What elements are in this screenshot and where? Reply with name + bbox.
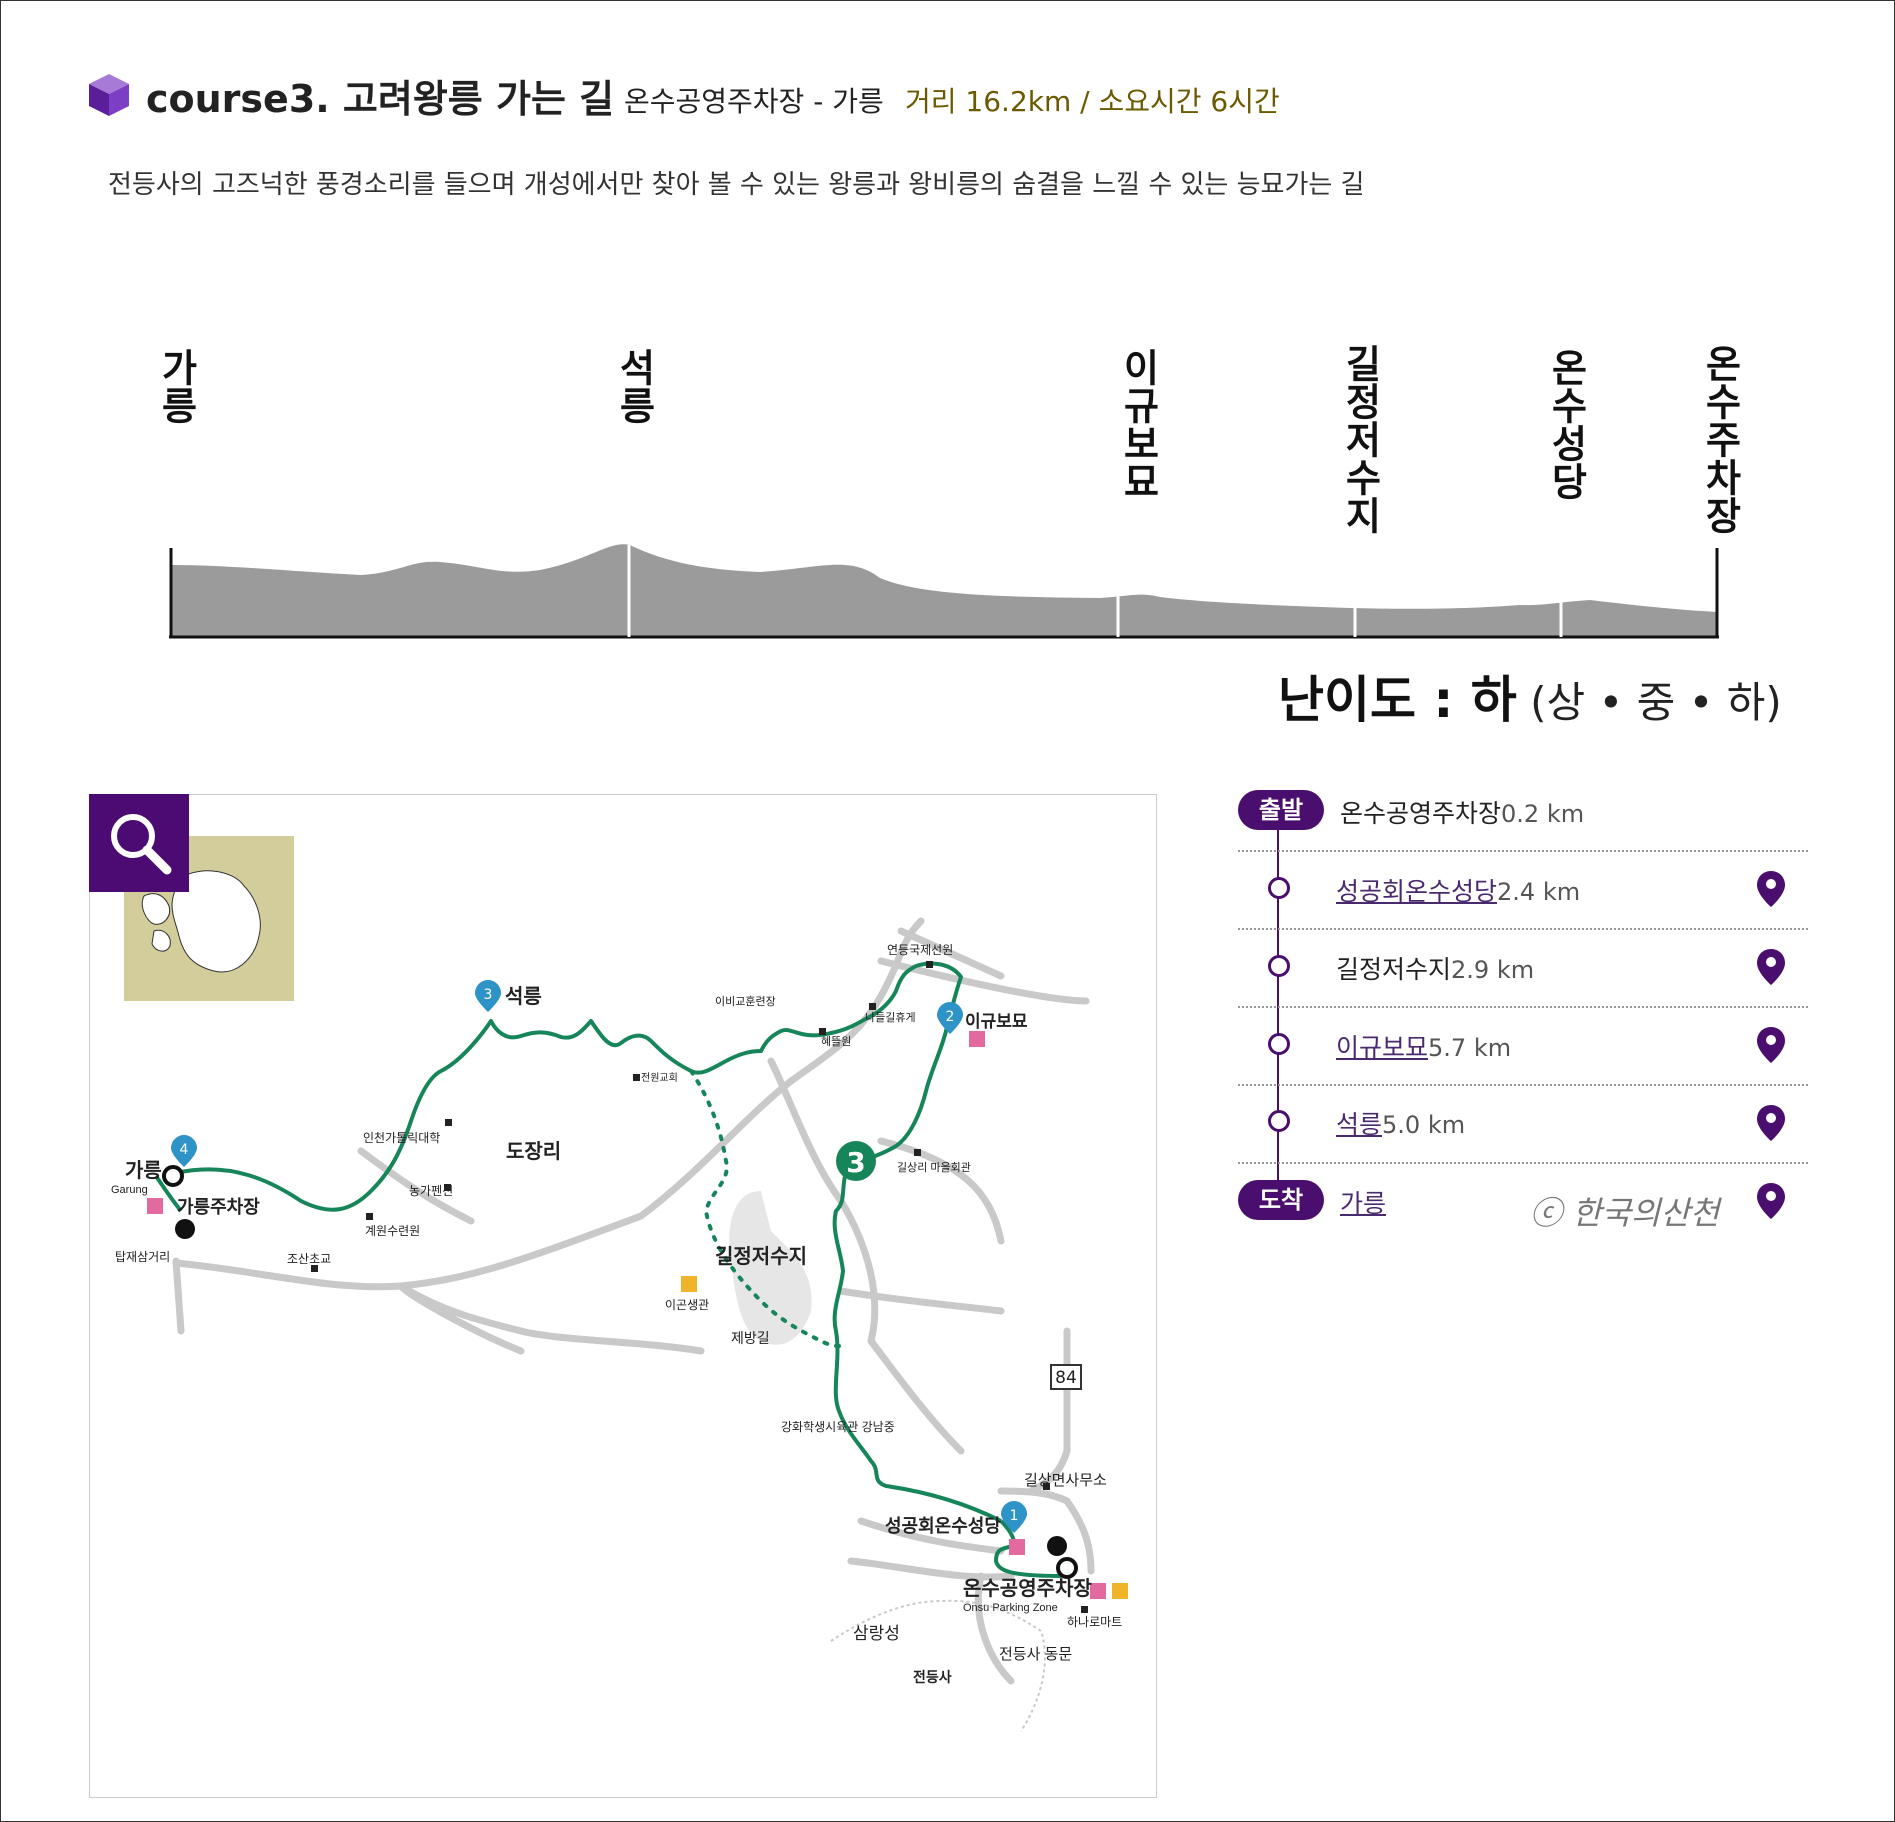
map-label-jeondeungsa: 전등사 [913, 1669, 952, 1685]
cube-icon [89, 74, 129, 116]
profile-label-onsu-church: 온수성당 [1544, 348, 1588, 500]
map-label-office: 길상면사무소 [1024, 1472, 1107, 1489]
itinerary: 출발 온수공영주차장0.2 km 성공회온수성당2.4 km 길정저수지2.9 … [1238, 790, 1808, 1230]
course-meta: 거리 16.2km / 소요시간 6시간 [905, 85, 1280, 118]
divider [1238, 1084, 1808, 1086]
stop-ring [1268, 955, 1290, 977]
svg-text:제방길: 제방길 [731, 1330, 770, 1346]
svg-text:4: 4 [180, 1142, 189, 1158]
stop-2: 길정저수지2.9 km [1336, 955, 1535, 984]
stop-link[interactable]: 석릉 [1336, 1110, 1382, 1139]
svg-text:조산초교: 조산초교 [287, 1252, 331, 1266]
svg-text:강화학생시육관 강남중: 강화학생시육관 강남중 [781, 1420, 895, 1434]
stop-link[interactable]: 이규보묘 [1336, 1033, 1428, 1062]
svg-text:나들길휴게: 나들길휴게 [865, 1011, 916, 1024]
difficulty: 난이도 : 하 (상 • 중 • 하) [1278, 660, 1782, 732]
svg-text:이곤생관: 이곤생관 [665, 1298, 709, 1312]
stop-0: 온수공영주차장0.2 km [1340, 799, 1585, 828]
profile-label-garung: 가릉 [154, 348, 198, 424]
map-label-garung-parking: 가릉주차장 [177, 1197, 260, 1217]
profile-label-igyubo: 이규보묘 [1116, 348, 1160, 500]
stop-1: 성공회온수성당2.4 km [1336, 877, 1581, 906]
divider [1238, 850, 1808, 852]
svg-text:농가펜션: 농가펜션 [409, 1184, 453, 1198]
map-label-jeondeungsa-east: 전등사 동문 [999, 1646, 1072, 1663]
stop-ring [1268, 877, 1290, 899]
zoom-button[interactable] [89, 794, 189, 892]
course-title: course3. 고려왕릉 가는 길 [146, 77, 615, 121]
stop-3: 이규보묘5.7 km [1336, 1033, 1512, 1062]
divider [1238, 1162, 1808, 1164]
profile-label-onsu-parking: 온수주차장 [1698, 344, 1742, 534]
difficulty-scale: (상 • 중 • 하) [1516, 678, 1782, 727]
map-pin-icon[interactable] [1756, 948, 1786, 986]
map-label-onsu-parking: 온수공영주차장 [963, 1577, 1092, 1600]
profile-label-seokreung: 석릉 [612, 348, 656, 424]
svg-text:1: 1 [1010, 1508, 1019, 1524]
profile-label-giljeong: 길정저수지 [1338, 344, 1382, 534]
stop-link[interactable]: 가릉 [1340, 1189, 1386, 1218]
svg-text:계원수련원: 계원수련원 [365, 1224, 420, 1238]
map-pin-icon[interactable] [1756, 1026, 1786, 1064]
map-label-giljeong: 길정저수지 [715, 1245, 807, 1268]
course-description: 전등사의 고즈넉한 풍경소리를 들으며 개성에서만 찾아 볼 수 있는 왕릉과 … [108, 170, 1365, 200]
divider [1238, 928, 1808, 930]
difficulty-level: 난이도 : 하 [1278, 671, 1517, 729]
stop-ring [1268, 1033, 1290, 1055]
marker-3-pin: 3 [475, 980, 501, 1012]
map-pin-icon[interactable] [1756, 870, 1786, 908]
divider [1238, 1006, 1808, 1008]
route-marker-3: 3 [836, 1141, 876, 1181]
svg-text:전원교회: 전원교회 [641, 1072, 678, 1084]
map-pin-icon[interactable] [1756, 1104, 1786, 1142]
magnifier-icon [111, 814, 172, 875]
watermark: ⓒ 한국의산천 [1530, 1194, 1720, 1232]
svg-text:84: 84 [1055, 1368, 1077, 1388]
svg-text:3: 3 [846, 1146, 865, 1179]
map-label-univ: 인천가톨릭대학 [363, 1130, 440, 1145]
marker-2-pin: 2 [937, 1002, 963, 1034]
map-label-dojangri: 도장리 [506, 1140, 561, 1163]
start-pill: 출발 [1238, 790, 1324, 830]
svg-text:하나로마트: 하나로마트 [1067, 1615, 1122, 1629]
map-pin-icon[interactable] [1756, 1182, 1786, 1220]
marker-4-pin: 4 [171, 1135, 197, 1167]
svg-text:연등국제선원: 연등국제선원 [887, 943, 953, 957]
svg-text:탑재삼거리: 탑재삼거리 [115, 1250, 170, 1264]
course-route: 온수공영주차장 - 가릉 [624, 85, 884, 118]
map-label-onsu-parking-en: Onsu Parking Zone [963, 1602, 1058, 1614]
stop-5: 가릉 [1340, 1184, 1386, 1220]
svg-text:이비교훈련장: 이비교훈련장 [715, 995, 776, 1008]
map-label-igyubo: 이규보묘 [965, 1012, 1028, 1031]
stop-ring [1268, 1110, 1290, 1132]
svg-text:2: 2 [946, 1009, 955, 1025]
stop-4: 석릉5.0 km [1336, 1110, 1466, 1139]
map-label-garung: 가릉 [125, 1159, 162, 1182]
map-label-garung-en: Garung [111, 1184, 148, 1196]
map-label-church: 성공회온수성당 [885, 1516, 1001, 1536]
map-label-samrangseong: 삼랑성 [853, 1624, 900, 1643]
end-pill: 도착 [1238, 1180, 1324, 1220]
svg-text:3: 3 [484, 987, 493, 1003]
map-label-seokreung: 석릉 [505, 985, 542, 1008]
svg-text:혜뜰원: 혜뜰원 [821, 1035, 851, 1048]
stop-link[interactable]: 성공회온수성당 [1336, 877, 1497, 906]
svg-text:길상리 마을회관: 길상리 마을회관 [897, 1161, 971, 1174]
